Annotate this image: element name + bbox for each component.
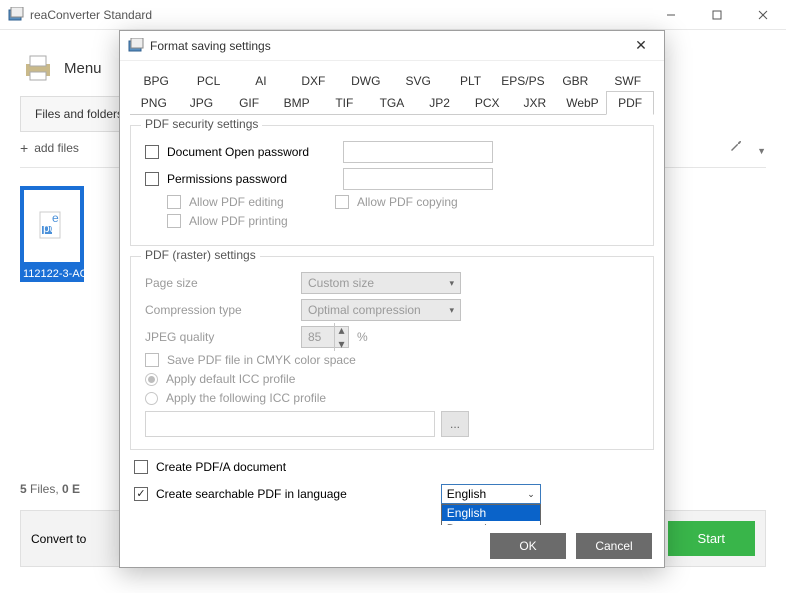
dialog-title: Format saving settings [150,39,624,53]
menu-label[interactable]: Menu [64,60,102,77]
dialog-close-button[interactable]: ✕ [624,32,658,60]
format-tab-svg[interactable]: SVG [392,69,444,92]
minimize-button[interactable] [648,0,694,30]
icc-default-radio [145,373,158,386]
doc-open-password-checkbox[interactable] [145,145,159,159]
pdfa-checkbox[interactable] [134,460,148,474]
chevron-down-icon: ⌄ [527,489,535,500]
icc-browse-button: ... [441,411,469,437]
printer-icon [20,50,56,86]
pdfa-label: Create PDF/A document [156,460,286,474]
maximize-button[interactable] [694,0,740,30]
add-files-button[interactable]: + add files [20,140,79,156]
pdf-file-icon: pdfe [38,210,66,242]
jpeg-quality-stepper: 85 ▴▾ [301,326,349,348]
ok-button[interactable]: OK [490,533,566,559]
format-tab-jxr[interactable]: JXR [511,91,559,115]
dialog-icon [128,38,144,54]
format-tab-tga[interactable]: TGA [368,91,416,115]
format-tab-png[interactable]: PNG [130,91,178,115]
format-tab-bmp[interactable]: BMP [273,91,321,115]
icc-following-label: Apply the following ICC profile [166,391,326,405]
format-tab-pcx[interactable]: PCX [463,91,511,115]
start-button[interactable]: Start [668,521,755,556]
add-files-label: add files [34,141,79,155]
allow-printing-label: Allow PDF printing [189,214,288,228]
format-tab-tif[interactable]: TIF [321,91,369,115]
searchable-checkbox[interactable] [134,487,148,501]
language-selected: English [447,487,486,501]
convert-to-label: Convert to [31,532,86,546]
cancel-button[interactable]: Cancel [576,533,652,559]
allow-editing-label: Allow PDF editing [189,195,327,209]
dialog-titlebar: Format saving settings ✕ [120,31,664,61]
plus-icon: + [20,140,28,156]
format-tabs: BPGPCLAIDXFDWGSVGPLTEPS/PSGBRSWF PNGJPGGI… [130,69,654,115]
format-tab-plt[interactable]: PLT [444,69,496,92]
pdf-raster-fieldset: PDF (raster) settings Page size Custom s… [130,256,654,450]
doc-open-password-label: Document Open password [167,145,335,159]
format-tab-pcl[interactable]: PCL [182,69,234,92]
language-option[interactable]: English [442,505,540,521]
pdf-security-fieldset: PDF security settings Document Open pass… [130,125,654,246]
language-select[interactable]: English ⌄ EnglishDeutschFrenchNederlands… [441,484,541,504]
format-tab-jpg[interactable]: JPG [178,91,226,115]
allow-copying-label: Allow PDF copying [357,195,458,209]
format-tab-gif[interactable]: GIF [225,91,273,115]
icc-path-input [145,411,435,437]
format-settings-dialog: Format saving settings ✕ BPGPCLAIDXFDWGS… [119,30,665,568]
permissions-password-label: Permissions password [167,172,335,186]
chevron-down-icon: ▾ [449,278,454,289]
format-tab-gbr[interactable]: GBR [549,69,601,92]
wrench-icon [728,138,744,154]
format-tab-ai[interactable]: AI [235,69,287,92]
icc-following-radio [145,392,158,405]
jpeg-quality-label: JPEG quality [145,330,293,344]
security-legend: PDF security settings [141,117,262,131]
format-tab-dwg[interactable]: DWG [340,69,392,92]
raster-legend: PDF (raster) settings [141,248,260,262]
compression-select: Optimal compression▾ [301,299,461,321]
format-tab-pdf[interactable]: PDF [606,91,654,115]
app-title: reaConverter Standard [30,8,648,22]
compression-label: Compression type [145,303,293,317]
permissions-password-checkbox[interactable] [145,172,159,186]
language-option[interactable]: Deutsch [442,521,540,525]
close-button[interactable] [740,0,786,30]
icc-default-label: Apply default ICC profile [166,372,295,386]
page-size-select: Custom size▾ [301,272,461,294]
allow-copying-checkbox [335,195,349,209]
format-tab-bpg[interactable]: BPG [130,69,182,92]
allow-printing-checkbox [167,214,181,228]
chevron-down-icon: ▾ [449,305,454,316]
format-tab-eps-ps[interactable]: EPS/PS [497,69,549,92]
format-tab-webp[interactable]: WebP [559,91,607,115]
allow-editing-checkbox [167,195,181,209]
format-tab-swf[interactable]: SWF [602,69,654,92]
language-dropdown: EnglishDeutschFrenchNederlandsPortuguese… [441,504,541,525]
doc-open-password-input[interactable] [343,141,493,163]
settings-button[interactable]: ▼ [728,138,766,157]
searchable-label: Create searchable PDF in language [156,487,347,501]
app-icon [8,7,24,23]
main-titlebar: reaConverter Standard [0,0,786,30]
format-tab-jp2[interactable]: JP2 [416,91,464,115]
format-tab-dxf[interactable]: DXF [287,69,339,92]
cmyk-label: Save PDF file in CMYK color space [167,353,356,367]
svg-text:e: e [52,211,59,225]
cmyk-checkbox [145,353,159,367]
file-thumbnail[interactable]: pdfe 112122-3-AC0 [20,186,84,282]
page-size-label: Page size [145,276,293,290]
thumbnail-caption: 112122-3-AC0 [20,266,84,282]
permissions-password-input[interactable] [343,168,493,190]
